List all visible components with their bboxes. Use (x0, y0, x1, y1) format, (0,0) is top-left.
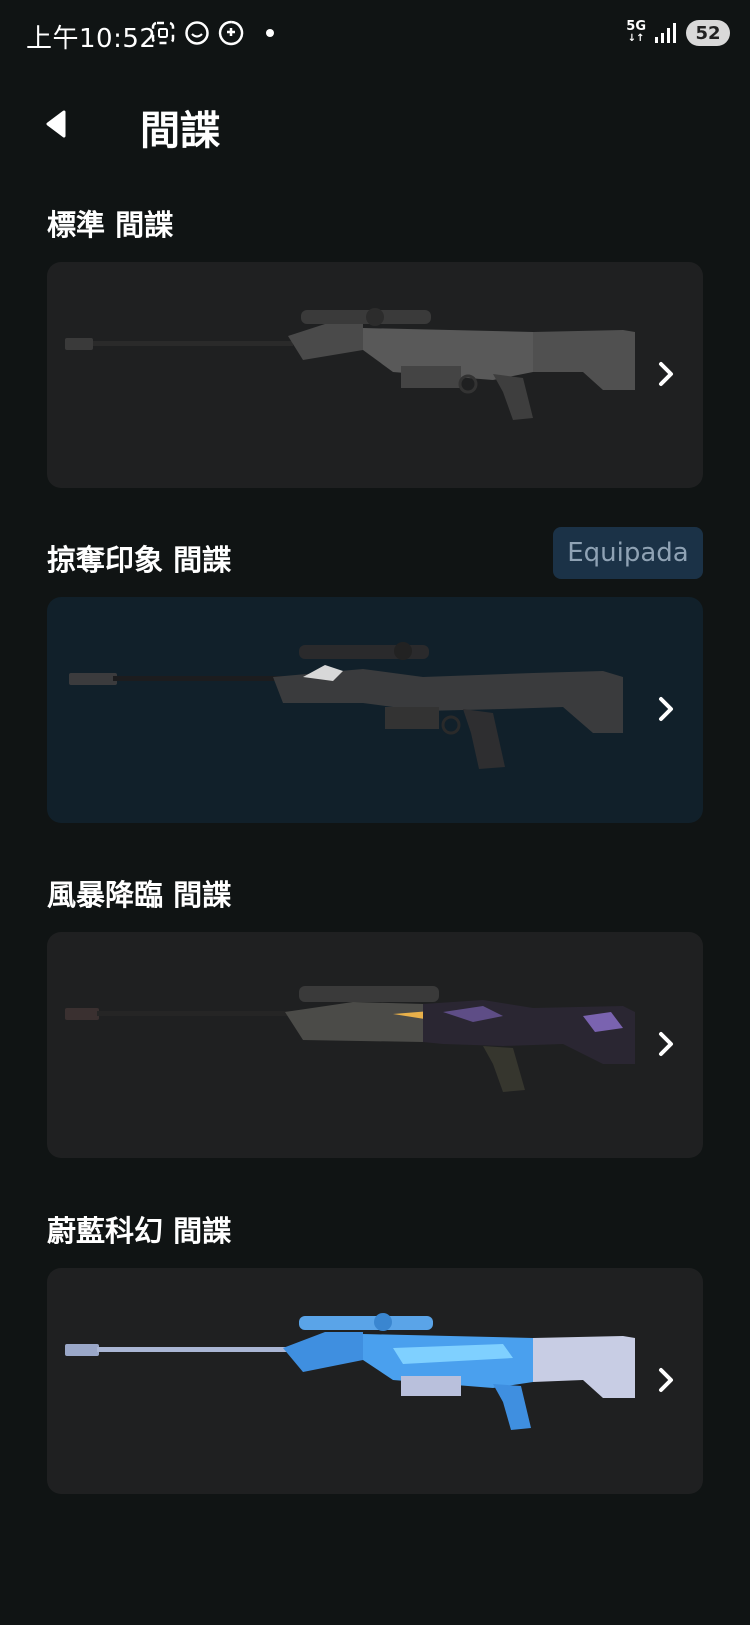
network-label: 5G (626, 19, 646, 34)
screenshot-icon (151, 21, 175, 45)
chevron-right-icon (651, 687, 681, 731)
skin-card-standard[interactable] (47, 262, 703, 488)
skin-header: 風暴降臨 間諜 (47, 862, 703, 918)
equipped-badge: Equipada (553, 527, 703, 579)
rifle-image (65, 308, 635, 420)
back-arrow-icon (46, 110, 66, 138)
skin-section-azure: 蔚藍科幻 間諜 (47, 1198, 703, 1494)
chevron-right-icon (651, 352, 681, 396)
skin-section-equipped: 掠奪印象 間諜 Equipada (47, 527, 703, 823)
app-notification-icon (218, 20, 244, 46)
network-type: 5G ↓↑ (626, 19, 646, 45)
skin-section-storm: 風暴降臨 間諜 (47, 862, 703, 1158)
skin-header: 蔚藍科幻 間諜 (47, 1198, 703, 1254)
page-title: 間諜 (140, 108, 220, 154)
skin-card-storm[interactable] (47, 932, 703, 1158)
skin-title: 風暴降臨 間諜 (47, 878, 232, 912)
signal-icon (655, 23, 676, 43)
battery-indicator: 52 (686, 20, 730, 46)
rifle-image (65, 986, 635, 1092)
skin-section-standard: 標準 間諜 (47, 192, 703, 488)
chevron-right-icon (651, 1022, 681, 1066)
status-system-icons: 5G ↓↑ 52 (626, 20, 730, 46)
chat-bubble-icon (185, 21, 209, 45)
chevron-right-icon (651, 1358, 681, 1402)
more-notifications-dot (266, 29, 274, 37)
back-button[interactable] (36, 104, 76, 144)
skin-header: 標準 間諜 (47, 192, 703, 248)
status-time: 上午10:52 (26, 24, 157, 54)
status-bar: 上午10:52 5G ↓↑ 52 (0, 0, 750, 72)
rifle-image (69, 642, 623, 769)
skin-card-equipped[interactable] (47, 597, 703, 823)
skin-title: 掠奪印象 間諜 (47, 543, 232, 577)
skin-card-azure[interactable] (47, 1268, 703, 1494)
skin-title: 標準 間諜 (47, 208, 174, 242)
rifle-image (65, 1313, 635, 1430)
page-header: 間諜 (0, 90, 750, 160)
data-arrows-icon: ↓↑ (627, 33, 645, 44)
skin-title: 蔚藍科幻 間諜 (47, 1214, 232, 1248)
skin-header: 掠奪印象 間諜 Equipada (47, 527, 703, 583)
status-notification-icons (150, 20, 274, 46)
